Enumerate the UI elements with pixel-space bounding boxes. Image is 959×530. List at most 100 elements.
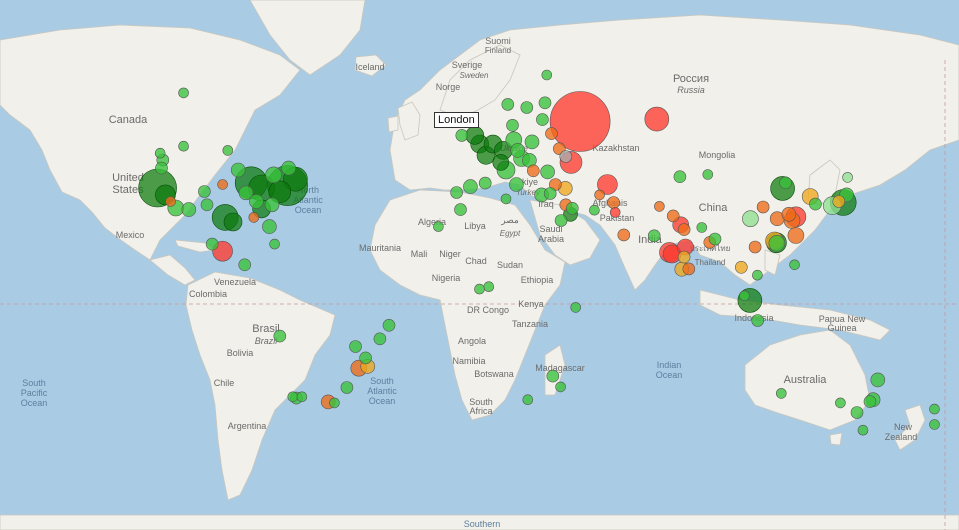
marker-usa-mid2[interactable] — [200, 198, 214, 212]
marker-korea-2[interactable] — [809, 197, 822, 211]
marker-brazil-bsb[interactable] — [349, 340, 362, 353]
marker-karachi[interactable] — [647, 229, 661, 243]
marker-brisbane[interactable] — [870, 372, 886, 388]
marker-delhi-2[interactable] — [677, 223, 691, 236]
marker-montevideo[interactable] — [329, 397, 340, 409]
marker-hanoi[interactable] — [748, 240, 762, 254]
marker-brazil-rec[interactable] — [382, 318, 396, 332]
marker-guatemala[interactable] — [238, 258, 251, 272]
marker-iran-3[interactable] — [594, 189, 605, 201]
marker-portugal[interactable] — [450, 186, 463, 199]
marker-wellington[interactable] — [929, 419, 940, 430]
marker-swiss[interactable] — [492, 154, 510, 171]
marker-uk-2[interactable] — [465, 126, 485, 145]
marker-portland[interactable] — [155, 161, 168, 175]
marker-sapporo[interactable] — [842, 172, 853, 183]
marker-hyderabad[interactable] — [677, 250, 691, 264]
marker-bangkok[interactable] — [734, 260, 748, 274]
marker-vancouver[interactable] — [154, 147, 166, 159]
marker-kazakh[interactable] — [673, 170, 687, 183]
marker-taiwan[interactable] — [787, 227, 805, 244]
marker-kabul[interactable] — [654, 201, 665, 212]
marker-sydney-2[interactable] — [863, 395, 877, 408]
marker-joburg[interactable] — [546, 369, 560, 383]
marker-kl[interactable] — [739, 290, 750, 302]
marker-ireland[interactable] — [455, 129, 469, 142]
marker-baghdad[interactable] — [589, 204, 600, 216]
marker-usa-orange3[interactable] — [248, 212, 260, 223]
marker-north-canada[interactable] — [178, 87, 189, 99]
marker-morocco[interactable] — [454, 203, 467, 216]
marker-iran-2[interactable] — [609, 207, 621, 218]
marker-lahore[interactable] — [666, 209, 680, 223]
marker-nigeria[interactable] — [483, 281, 495, 293]
marker-mexico-2[interactable] — [205, 237, 219, 251]
marker-perth[interactable] — [775, 388, 787, 399]
marker-ghana[interactable] — [474, 283, 485, 295]
marker-calgary[interactable] — [178, 140, 189, 152]
marker-toronto[interactable] — [265, 166, 282, 184]
marker-turkey-3[interactable] — [543, 187, 557, 200]
marker-adelaide[interactable] — [835, 397, 846, 409]
marker-ural[interactable] — [644, 106, 670, 132]
marker-beijing-2[interactable] — [779, 176, 792, 190]
marker-cuba[interactable] — [269, 238, 280, 250]
marker-chile-3[interactable] — [296, 391, 308, 403]
marker-usa-mid4[interactable] — [230, 162, 246, 178]
marker-copenhagen[interactable] — [506, 119, 519, 132]
marker-ukraine-gray[interactable] — [559, 150, 573, 163]
marker-helsinki[interactable] — [538, 96, 552, 110]
marker-houston[interactable] — [223, 212, 243, 232]
marker-brazil-bh[interactable] — [359, 351, 372, 365]
marker-poland[interactable] — [524, 134, 540, 150]
marker-japan-amber[interactable] — [832, 195, 846, 208]
marker-tunisia[interactable] — [500, 193, 512, 205]
marker-chennai[interactable] — [682, 262, 696, 276]
marker-nepal[interactable] — [696, 222, 708, 233]
marker-usa-orange2[interactable] — [217, 179, 228, 190]
marker-jakarta[interactable] — [751, 314, 765, 327]
marker-lebanon[interactable] — [565, 202, 579, 215]
marker-winnipeg[interactable] — [222, 145, 234, 156]
marker-cape-town[interactable] — [522, 394, 534, 406]
marker-usa-mid7[interactable] — [264, 197, 280, 213]
marker-cairo[interactable] — [554, 214, 568, 227]
marker-manila[interactable] — [789, 259, 800, 271]
marker-brazil-ssa[interactable] — [373, 332, 387, 346]
marker-romania[interactable] — [540, 164, 555, 180]
marker-oslo[interactable] — [501, 98, 515, 111]
marker-hcmc[interactable] — [752, 269, 763, 281]
marker-durban[interactable] — [555, 381, 566, 393]
marker-italy-s[interactable] — [509, 177, 524, 192]
marker-kenya[interactable] — [570, 302, 582, 313]
marker-minsk[interactable] — [545, 127, 558, 140]
marker-spain-1[interactable] — [463, 179, 478, 194]
marker-usa-mid3[interactable] — [181, 202, 197, 217]
marker-stockholm[interactable] — [520, 101, 534, 114]
marker-canary[interactable] — [433, 221, 444, 232]
marker-finland-n[interactable] — [541, 69, 553, 81]
marker-florida[interactable] — [262, 219, 277, 234]
marker-usa-orange1[interactable] — [165, 196, 176, 207]
marker-nanjing[interactable] — [781, 207, 797, 222]
marker-chile-2[interactable] — [287, 391, 299, 403]
marker-hobart[interactable] — [857, 424, 869, 436]
marker-baltic[interactable] — [536, 113, 549, 126]
marker-hongkong[interactable] — [768, 235, 786, 252]
marker-tehran[interactable] — [607, 196, 620, 209]
marker-balkan[interactable] — [526, 164, 540, 178]
marker-auckland[interactable] — [929, 403, 940, 415]
marker-bangladesh[interactable] — [708, 232, 722, 246]
marker-gulf[interactable] — [617, 228, 631, 242]
marker-czech[interactable] — [510, 143, 526, 158]
marker-usa-mid6[interactable] — [249, 194, 264, 209]
world-map[interactable]: North Atlantic Ocean South Pacific Ocean… — [0, 0, 959, 530]
marker-montreal[interactable] — [281, 160, 296, 176]
marker-melbourne[interactable] — [850, 406, 864, 419]
marker-usa-mid1[interactable] — [198, 185, 211, 198]
marker-brazil-poa[interactable] — [340, 381, 354, 394]
marker-chengdu[interactable] — [742, 210, 759, 227]
marker-lima[interactable] — [273, 329, 287, 343]
marker-xian[interactable] — [756, 200, 770, 214]
marker-china-w[interactable] — [702, 169, 714, 180]
